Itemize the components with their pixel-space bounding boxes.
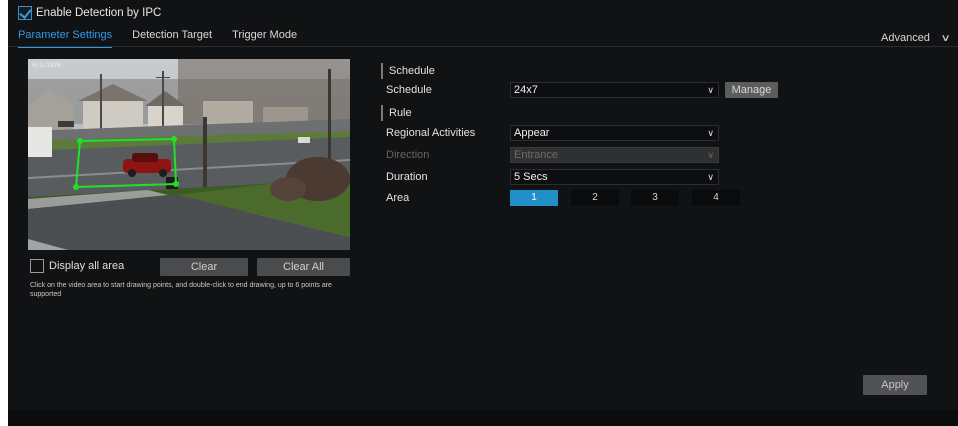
schedule-label: Schedule <box>386 84 432 96</box>
camera-scene <box>28 59 350 250</box>
duration-value: 5 Secs <box>514 171 548 183</box>
region-vertex[interactable] <box>77 138 83 144</box>
duration-label: Duration <box>386 171 428 183</box>
chevron-down-icon: ∨ <box>940 32 951 44</box>
area-label: Area <box>386 192 410 204</box>
enable-detection-row[interactable]: Enable Detection by IPC <box>18 6 161 20</box>
schedule-section-header: Schedule <box>381 63 435 79</box>
region-vertex[interactable] <box>171 136 177 142</box>
area-button-1[interactable]: 1 <box>510 190 558 206</box>
display-all-area-label: Display all area <box>49 260 125 272</box>
schedule-value: 24x7 <box>514 84 538 96</box>
chevron-down-icon: ∨ <box>707 85 714 95</box>
schedule-select[interactable]: 24x7 ∨ <box>510 82 719 98</box>
chevron-down-icon: ∨ <box>707 150 714 160</box>
direction-label: Direction <box>386 149 430 161</box>
region-vertex[interactable] <box>173 181 179 187</box>
display-all-area-toggle[interactable]: Display all area <box>30 259 124 273</box>
rule-section-header: Rule <box>381 105 412 121</box>
advanced-label: Advanced <box>881 32 930 44</box>
section-marker <box>381 63 383 79</box>
section-marker <box>381 105 383 121</box>
area-button-4[interactable]: 4 <box>692 190 740 206</box>
chevron-down-icon: ∨ <box>707 172 714 182</box>
direction-value: Entrance <box>514 149 559 161</box>
schedule-section-title: Schedule <box>389 65 435 77</box>
chevron-down-icon: ∨ <box>707 128 714 138</box>
bottom-bar <box>8 410 958 426</box>
detection-settings-panel: Enable Detection by IPC Parameter Settin… <box>8 0 958 426</box>
regional-activities-label: Regional Activities <box>386 127 476 139</box>
drawing-hint-text: Click on the video area to start drawing… <box>30 282 332 298</box>
area-button-2[interactable]: 2 <box>571 190 619 206</box>
clear-button[interactable]: Clear <box>160 258 248 276</box>
tab-divider <box>8 46 958 47</box>
clear-all-button[interactable]: Clear All <box>257 258 350 276</box>
enable-detection-checkbox[interactable] <box>18 6 32 20</box>
region-vertex[interactable] <box>73 184 79 190</box>
apply-button[interactable]: Apply <box>863 375 927 395</box>
video-preview[interactable]: 0/1/1970 <box>28 59 350 250</box>
duration-select[interactable]: 5 Secs ∨ <box>510 169 719 185</box>
enable-detection-label: Enable Detection by IPC <box>36 7 162 19</box>
direction-select: Entrance ∨ <box>510 147 719 163</box>
regional-activities-select[interactable]: Appear ∨ <box>510 125 719 141</box>
area-button-3[interactable]: 3 <box>631 190 679 206</box>
rule-section-title: Rule <box>389 107 412 119</box>
manage-schedule-button[interactable]: Manage <box>725 82 778 98</box>
video-osd-timestamp: 0/1/1970 <box>32 62 61 69</box>
advanced-menu[interactable]: Advanced ∨ <box>881 32 951 44</box>
display-all-area-checkbox[interactable] <box>30 259 44 273</box>
regional-activities-value: Appear <box>514 127 550 139</box>
